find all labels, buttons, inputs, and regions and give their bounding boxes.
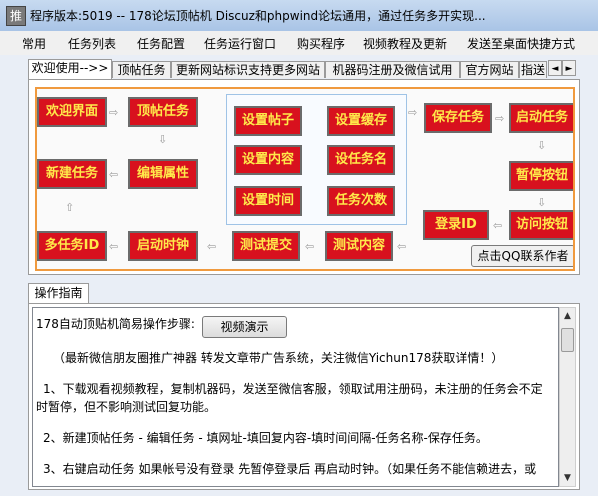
arrow-right-icon: ⇨ [408, 106, 418, 119]
welcome-panel: 欢迎界面 ⇨ 顶帖任务 ⇩ 编辑属性 ⇦ 新建任务 ⇧ 多任务ID ⇦ 启动时钟… [28, 79, 580, 275]
tab-overflow[interactable]: 指送 [519, 61, 547, 78]
scroll-down-icon[interactable]: ▼ [560, 470, 575, 486]
flow-set-time-box: 设置时间 [234, 186, 302, 216]
scroll-up-icon[interactable]: ▲ [560, 308, 575, 324]
menu-video-tutorial[interactable]: 视频教程及更新 [363, 35, 447, 52]
arrow-right-icon: ⇨ [495, 112, 505, 125]
arrow-down-icon: ⇩ [537, 139, 547, 152]
tab-top-task[interactable]: 顶帖任务 [112, 61, 171, 78]
arrow-left-icon: ⇦ [109, 168, 119, 181]
flow-set-cache-box: 设置缓存 [327, 106, 395, 136]
flow-start-clock-box: 启动时钟 [128, 231, 198, 261]
guide-line: 3、右键启动任务 如果帐号没有登录 先暂停登录后 再启动时钟。（如果任务不能信赖… [43, 462, 537, 476]
top-tab-strip: 欢迎使用-->> 顶帖任务 更新网站标识支持更多网站 机器码注册及微信试用 官方… [28, 59, 580, 79]
flow-multi-id-box: 多任务ID [37, 231, 107, 261]
window-title: 程序版本:5019 -- 178论坛顶帖机 Discuz和phpwind论坛通用… [30, 9, 486, 23]
app-icon: 推 [6, 6, 26, 26]
arrow-up-icon: ⇧ [65, 201, 75, 214]
tab-official-site[interactable]: 官方网站 [460, 61, 519, 78]
guide-line: （最新微信朋友圈推广神器 转发文章带广告系统，关注微信Yichun178获取详情… [53, 351, 504, 365]
arrow-down-icon: ⇩ [158, 133, 168, 146]
flow-set-taskname-box: 设任务名 [327, 145, 395, 175]
flow-test-submit-box: 测试提交 [232, 231, 300, 261]
tab-register-wechat[interactable]: 机器码注册及微信试用 [325, 61, 460, 78]
guide-text-area[interactable]: 178自动顶贴机简易操作步骤: 视频演示 （最新微信朋友圈推广神器 转发文章带广… [32, 307, 559, 487]
menu-common[interactable]: 常用 [22, 35, 46, 52]
guide-line: 1、下载观看视频教程，复制机器码，发送至微信客服，领取试用注册码，未注册的任务会… [43, 382, 543, 396]
flow-start-task-box: 启动任务 [509, 103, 573, 133]
menu-desktop-shortcut[interactable]: 发送至桌面快捷方式 [467, 35, 575, 52]
menu-task-list[interactable]: 任务列表 [68, 35, 116, 52]
guide-line: 时暂停，但不影响测试回复功能。 [36, 400, 217, 414]
tab-welcome[interactable]: 欢迎使用-->> [28, 59, 112, 79]
arrow-left-icon: ⇦ [207, 240, 217, 253]
guide-panel: 178自动顶贴机简易操作步骤: 视频演示 （最新微信朋友圈推广神器 转发文章带广… [28, 303, 580, 490]
scrollbar-thumb[interactable] [561, 328, 574, 352]
menu-task-run-window[interactable]: 任务运行窗口 [204, 35, 276, 52]
flow-edit-attr-box: 编辑属性 [128, 159, 198, 189]
guide-scrollbar[interactable]: ▲ ▼ [559, 307, 576, 487]
flowchart: 欢迎界面 ⇨ 顶帖任务 ⇩ 编辑属性 ⇦ 新建任务 ⇧ 多任务ID ⇦ 启动时钟… [35, 87, 575, 271]
arrow-left-icon: ⇦ [305, 240, 315, 253]
arrow-left-icon: ⇦ [109, 240, 119, 253]
flow-login-id-box: 登录ID [423, 210, 489, 240]
contact-author-qq-button[interactable]: 点击QQ联系作者 [471, 245, 573, 267]
menu-task-config[interactable]: 任务配置 [137, 35, 185, 52]
menu-buy-program[interactable]: 购买程序 [297, 35, 345, 52]
flow-save-task-box: 保存任务 [424, 103, 492, 133]
flow-welcome-box: 欢迎界面 [37, 97, 107, 127]
flow-test-content-box: 测试内容 [325, 231, 393, 261]
arrow-down-icon: ⇩ [537, 196, 547, 209]
menu-bar: 常用 任务列表 任务配置 任务运行窗口 购买程序 视频教程及更新 发送至桌面快捷… [0, 31, 598, 55]
title-bar[interactable]: 推 程序版本:5019 -- 178论坛顶帖机 Discuz和phpwind论坛… [0, 0, 598, 31]
flow-set-content-box: 设置内容 [234, 145, 302, 175]
tab-operation-guide[interactable]: 操作指南 [28, 283, 89, 303]
guide-line: 2、新建顶帖任务 - 编辑任务 - 填网址-填回复内容-填时间间隔-任务名称-保… [43, 431, 488, 445]
flow-pause-button-box: 暂停按钮 [509, 161, 573, 191]
flow-task-count-box: 任务次数 [327, 186, 395, 216]
main-window: 推 程序版本:5019 -- 178论坛顶帖机 Discuz和phpwind论坛… [0, 0, 598, 496]
arrow-right-icon: ⇨ [109, 106, 119, 119]
arrow-left-icon: ⇦ [397, 240, 407, 253]
flow-new-task-box: 新建任务 [37, 159, 107, 189]
tab-scroll-right-icon[interactable]: ► [562, 60, 576, 76]
flow-visit-button-box: 访问按钮 [509, 210, 573, 240]
tab-scroll-left-icon[interactable]: ◄ [548, 60, 562, 76]
flow-set-post-box: 设置帖子 [234, 106, 302, 136]
tab-update-site-id[interactable]: 更新网站标识支持更多网站 [171, 61, 325, 78]
guide-heading: 178自动顶贴机简易操作步骤: [36, 317, 195, 331]
video-demo-button[interactable]: 视频演示 [202, 316, 287, 338]
flow-top-task-box: 顶帖任务 [128, 97, 198, 127]
arrow-left-icon: ⇦ [493, 219, 503, 232]
